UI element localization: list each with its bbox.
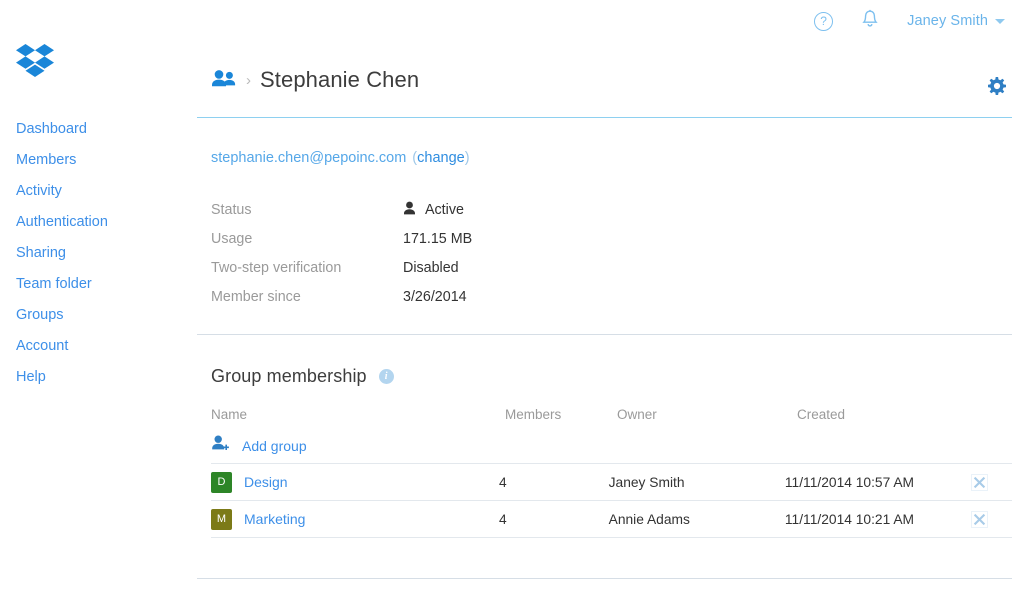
detail-value: 171.15 MB (403, 231, 472, 247)
profile-details: Status Active Usage 171.15 MB Two-step v (211, 195, 641, 311)
table-header-row: Name Members Owner Created (211, 400, 1012, 428)
close-icon[interactable] (971, 474, 988, 491)
group-created: 11/11/2014 10:57 AM (785, 475, 971, 490)
sidebar-item-activity[interactable]: Activity (16, 176, 186, 207)
sidebar-nav: Dashboard Members Activity Authenticatio… (16, 114, 186, 393)
sidebar-item-account[interactable]: Account (16, 331, 186, 362)
column-header-owner: Owner (617, 407, 797, 422)
sidebar-item-members[interactable]: Members (16, 145, 186, 176)
group-name-link[interactable]: Design (244, 474, 288, 490)
status-text: Active (425, 202, 464, 218)
dropbox-admin-console: ? Janey Smith (0, 0, 1023, 590)
section-title: Group membership (211, 366, 367, 387)
group-avatar: M (211, 509, 232, 530)
sidebar-item-groups[interactable]: Groups (16, 300, 186, 331)
header-divider (197, 117, 1012, 118)
breadcrumb-separator: › (246, 73, 251, 88)
detail-row-usage: Usage 171.15 MB (211, 224, 641, 253)
add-group-row[interactable]: Add group (211, 428, 1012, 464)
sidebar-item-dashboard[interactable]: Dashboard (16, 114, 186, 145)
group-owner: Annie Adams (609, 512, 785, 527)
detail-row-status: Status Active (211, 195, 641, 224)
column-header-created: Created (797, 407, 987, 422)
page-header: › Stephanie Chen (211, 58, 1012, 102)
detail-label: Usage (211, 231, 403, 247)
section-divider-bottom (197, 578, 1012, 579)
table-row: M Marketing 4 Annie Adams 11/11/2014 10:… (211, 501, 1012, 538)
add-person-icon (211, 435, 230, 456)
main-content: › Stephanie Chen stephanie.chen@pepoinc.… (197, 0, 1023, 590)
sidebar-item-help[interactable]: Help (16, 362, 186, 393)
detail-label: Two-step verification (211, 260, 403, 276)
column-header-name: Name (211, 407, 505, 422)
detail-row-member-since: Member since 3/26/2014 (211, 282, 641, 311)
detail-label: Member since (211, 289, 403, 305)
detail-value: 3/26/2014 (403, 289, 467, 305)
paren-close: ) (465, 150, 470, 166)
group-members-count: 4 (499, 475, 609, 490)
sidebar-item-team-folder[interactable]: Team folder (16, 269, 186, 300)
add-group-link[interactable]: Add group (242, 438, 307, 454)
sidebar-item-authentication[interactable]: Authentication (16, 207, 186, 238)
breadcrumb: › Stephanie Chen (211, 67, 419, 93)
change-email-link[interactable]: change (417, 150, 465, 166)
table-row: D Design 4 Janey Smith 11/11/2014 10:57 … (211, 464, 1012, 501)
dropbox-logo[interactable] (16, 44, 54, 80)
group-owner: Janey Smith (609, 475, 785, 490)
section-divider-top (197, 334, 1012, 335)
people-icon[interactable] (211, 69, 237, 92)
group-membership-table: Name Members Owner Created (211, 400, 1012, 538)
group-created: 11/11/2014 10:21 AM (785, 512, 971, 527)
detail-value: Disabled (403, 260, 459, 276)
group-avatar: D (211, 472, 232, 493)
email-address[interactable]: stephanie.chen@pepoinc.com (211, 150, 406, 166)
detail-row-two-step: Two-step verification Disabled (211, 253, 641, 282)
person-icon (403, 201, 416, 219)
column-header-members: Members (505, 407, 617, 422)
group-members-count: 4 (499, 512, 609, 527)
detail-value: Active (403, 201, 464, 219)
sidebar: Dashboard Members Activity Authenticatio… (0, 0, 197, 590)
group-name-link[interactable]: Marketing (244, 511, 305, 527)
sidebar-item-sharing[interactable]: Sharing (16, 238, 186, 269)
gear-icon[interactable] (985, 74, 1009, 98)
info-icon[interactable]: i (379, 369, 394, 384)
detail-label: Status (211, 202, 403, 218)
page-title: Stephanie Chen (260, 67, 419, 93)
close-icon[interactable] (971, 511, 988, 528)
group-membership-header: Group membership i (211, 366, 394, 387)
email-line: stephanie.chen@pepoinc.com(change) (211, 150, 470, 166)
